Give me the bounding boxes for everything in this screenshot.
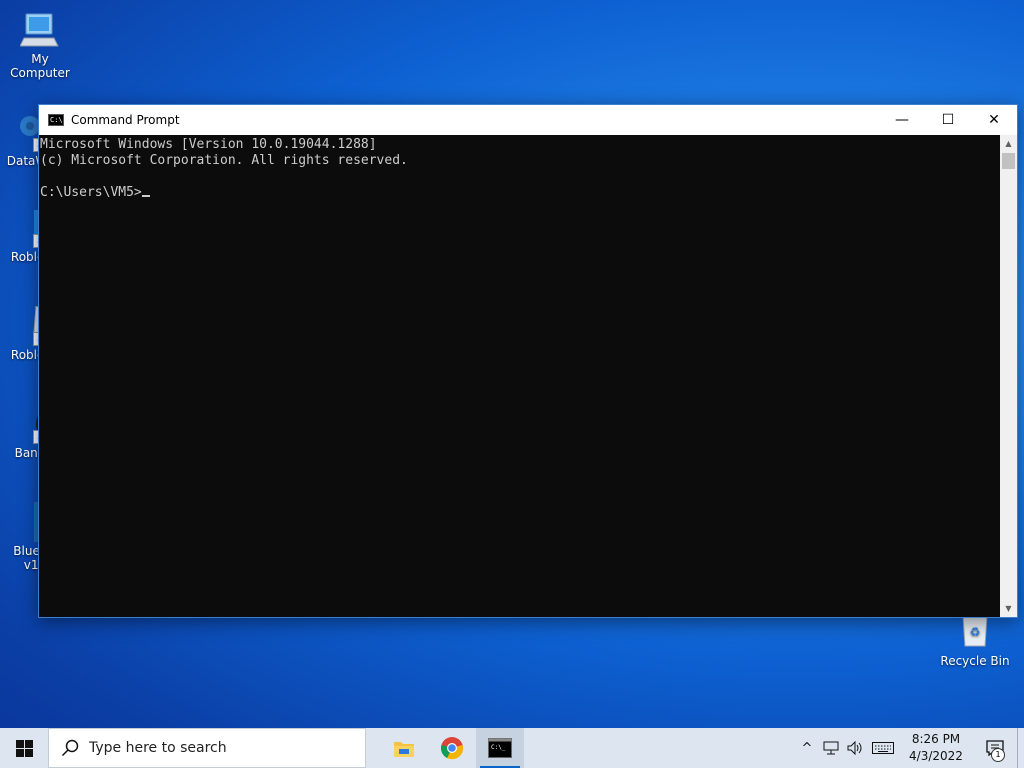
vertical-scrollbar[interactable]: ▲ ▼ — [1000, 135, 1017, 617]
file-explorer-icon — [394, 742, 414, 757]
taskbar-file-explorer[interactable] — [380, 728, 428, 768]
datawrapper-icon: ↗ — [0, 112, 47, 152]
desktop-icon-label: Recycle Bin — [940, 654, 1010, 668]
bandicam-icon: ↗ — [0, 404, 72, 444]
console-output[interactable]: Microsoft Windows [Version 10.0.19044.12… — [39, 135, 1000, 617]
search-icon — [61, 739, 79, 757]
bluestacks-icon — [0, 502, 50, 542]
scroll-up-arrow-icon[interactable]: ▲ — [1000, 135, 1017, 152]
chrome-icon — [441, 737, 463, 760]
taskbar-chrome[interactable] — [428, 728, 476, 768]
notification-count-badge: 1 — [991, 748, 1005, 762]
close-icon: ✕ — [988, 112, 1000, 128]
svg-text:C:\_: C:\_ — [491, 744, 506, 751]
command-prompt-icon[interactable]: C:\ — [48, 114, 64, 126]
maximize-button[interactable]: ☐ — [925, 105, 971, 135]
recycle-bin-icon: ♻ — [955, 612, 995, 652]
system-tray: ^ 8:26 PM 4/3/2022 1 — [795, 728, 1024, 768]
roblox-player-icon: ↗ — [0, 305, 47, 346]
console-prompt-line: C:\Users\VM5> — [40, 185, 1000, 201]
network-icon[interactable] — [819, 728, 843, 768]
svg-text:♻: ♻ — [970, 625, 981, 639]
taskbar-search-box[interactable]: Type here to search — [48, 728, 366, 768]
console-prompt: C:\Users\VM5> — [40, 185, 142, 200]
console-line: (c) Microsoft Corporation. All rights re… — [40, 153, 408, 168]
text-cursor — [141, 195, 150, 197]
scroll-down-arrow-icon[interactable]: ▼ — [1000, 600, 1017, 617]
taskbar-clock[interactable]: 8:26 PM 4/3/2022 — [899, 731, 973, 765]
keyboard-icon[interactable] — [867, 728, 899, 768]
show-hidden-icons-chevron-icon[interactable]: ^ — [795, 728, 819, 768]
desktop-icon-recycle-bin[interactable]: ♻ Recycle Bin — [935, 612, 1015, 668]
desktop-icon-my-computer[interactable]: My Computer — [0, 10, 80, 80]
command-prompt-icon: C:\_ — [488, 738, 512, 758]
show-desktop-button[interactable] — [1017, 728, 1024, 768]
minimize-button[interactable]: — — [879, 105, 925, 135]
console-line: Microsoft Windows [Version 10.0.19044.12… — [40, 137, 377, 152]
maximize-icon: ☐ — [941, 112, 955, 128]
clock-date: 4/3/2022 — [909, 749, 963, 763]
windows-logo-icon — [15, 739, 33, 757]
computer-icon — [19, 10, 60, 50]
minimize-icon: — — [895, 112, 909, 128]
action-center-button[interactable]: 1 — [973, 728, 1017, 768]
scrollbar-thumb[interactable] — [1002, 153, 1015, 169]
clock-time: 8:26 PM — [911, 732, 961, 746]
close-button[interactable]: ✕ — [971, 105, 1017, 135]
roblox-studio-icon: ↗ — [0, 208, 47, 248]
taskbar-command-prompt[interactable]: C:\_ — [476, 728, 524, 768]
window-title: Command Prompt — [71, 113, 180, 127]
volume-icon[interactable] — [843, 728, 867, 768]
command-prompt-window[interactable]: C:\ Command Prompt — ☐ ✕ Microsoft Windo… — [38, 104, 1018, 618]
desktop-icon-label: My Computer — [10, 52, 70, 80]
window-titlebar[interactable]: C:\ Command Prompt — ☐ ✕ — [39, 105, 1017, 135]
search-placeholder: Type here to search — [89, 740, 227, 756]
start-button[interactable] — [0, 728, 48, 768]
taskbar: Type here to search C:\_ ^ 8:26 PM 4/3/2… — [0, 728, 1024, 768]
